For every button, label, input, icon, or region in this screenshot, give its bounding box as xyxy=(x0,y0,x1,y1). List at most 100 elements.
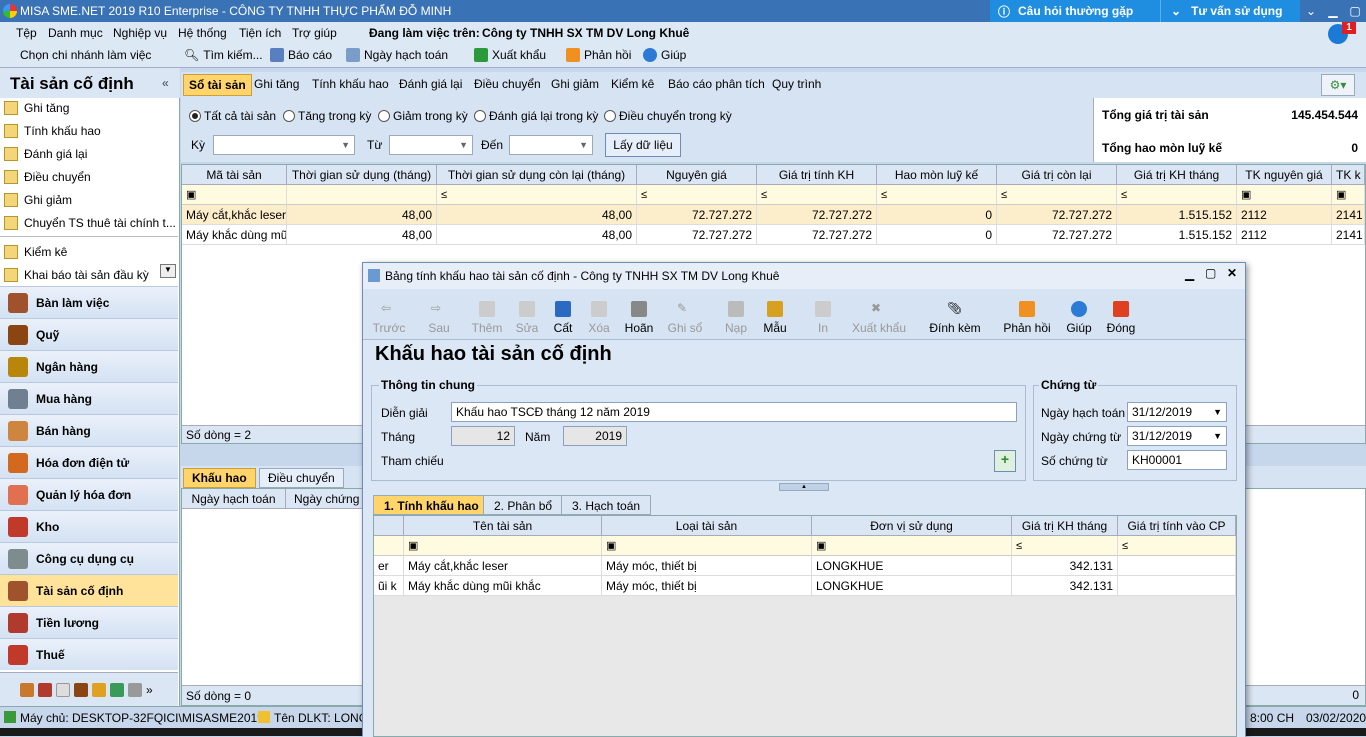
table-row[interactable]: Máy khắc dùng mũ 48,00 48,00 72.727.272 … xyxy=(182,225,1365,245)
tab-phan-bo[interactable]: 2. Phân bổ xyxy=(483,495,564,515)
filter-cell[interactable]: ≤ xyxy=(1012,536,1118,556)
template-button[interactable]: Mẫu xyxy=(749,291,801,335)
period-select[interactable]: ▼ xyxy=(213,135,355,155)
filter-cell[interactable]: ▣ xyxy=(404,536,602,556)
menu-operations[interactable]: Nghiệp vụ xyxy=(113,26,167,40)
col-tk-khau-hao[interactable]: TK k xyxy=(1332,165,1365,185)
dropdown-icon[interactable]: ⌄ xyxy=(1300,0,1322,22)
menu-file[interactable]: Tệp xyxy=(16,26,37,40)
menu-catalog[interactable]: Danh mục xyxy=(48,26,103,40)
shortcut-icon[interactable] xyxy=(92,682,106,697)
month-input[interactable]: 12 xyxy=(451,426,515,446)
module-quan-ly-hoa-don[interactable]: Quản lý hóa đơn xyxy=(0,478,178,510)
col-thoi-gian-su-dung[interactable]: Thời gian sử dụng (tháng) xyxy=(287,165,437,185)
shortcut-icon[interactable] xyxy=(110,682,124,697)
search-button[interactable]: 🔍︎ Tìm kiếm... xyxy=(184,48,263,62)
col-don-vi-su-dung[interactable]: Đơn vị sử dụng xyxy=(812,516,1012,536)
voucher-date-input[interactable]: 31/12/2019 ▼ xyxy=(1127,426,1227,446)
shortcut-icon[interactable] xyxy=(128,682,142,697)
settings-icon[interactable]: ⚙▾ xyxy=(1321,74,1355,96)
faq-button[interactable]: ⓘ Câu hỏi thường gặp xyxy=(990,0,1160,22)
collapse-icon[interactable]: « xyxy=(162,76,169,90)
export-button[interactable]: Xuất khẩu xyxy=(474,48,546,62)
tab-kiem-ke[interactable]: Kiểm kê xyxy=(611,77,654,91)
table-row[interactable]: Máy cắt,khắc leser 48,00 48,00 72.727.27… xyxy=(182,205,1365,225)
close-button[interactable]: ✕ xyxy=(1227,266,1237,280)
col-nguyen-gia[interactable]: Nguyên giá xyxy=(637,165,757,185)
tab-bao-cao-phan-tich[interactable]: Báo cáo phân tích xyxy=(668,77,765,91)
filter-cell[interactable]: ≤ xyxy=(1117,185,1237,205)
sidebar-item-danh-gia-lai[interactable]: Đánh giá lại xyxy=(4,143,176,165)
print-button[interactable]: In xyxy=(797,291,849,335)
scroll-down-icon[interactable]: ▼ xyxy=(160,264,176,278)
attach-button[interactable]: 📎︎ Đính kèm xyxy=(929,291,981,335)
filter-cell[interactable]: ≤ xyxy=(997,185,1117,205)
col-thoi-gian-con-lai[interactable]: Thời gian sử dụng còn lại (tháng) xyxy=(437,165,637,185)
sidebar-item-dieu-chuyen[interactable]: Điều chuyển xyxy=(4,166,176,188)
shortcut-icon[interactable] xyxy=(56,682,70,697)
col-gia-tri-con-lai[interactable]: Giá trị còn lại xyxy=(997,165,1117,185)
more-icon[interactable]: » xyxy=(146,683,153,697)
tab-ghi-tang[interactable]: Ghi tăng xyxy=(254,77,299,91)
filter-cell[interactable]: ▣ xyxy=(1237,185,1332,205)
posting-date-input[interactable]: 31/12/2019 ▼ xyxy=(1127,402,1227,422)
radio-transfer[interactable]: Điều chuyển trong kỳ xyxy=(604,109,732,123)
sidebar-item-tinh-khau-hao[interactable]: Tính khấu hao xyxy=(4,120,176,142)
col-gia-tri-tinh-vao-cp[interactable]: Giá trị tính vào CP xyxy=(1118,516,1236,536)
tab-quy-trinh[interactable]: Quy trình xyxy=(772,77,821,91)
from-date-input[interactable]: ▼ xyxy=(389,135,473,155)
radio-increase[interactable]: Tăng trong kỳ xyxy=(283,109,371,123)
menu-help[interactable]: Trợ giúp xyxy=(292,26,337,40)
col-tk-nguyen-gia[interactable]: TK nguyên giá xyxy=(1237,165,1332,185)
prev-button[interactable]: ⇦ Trước xyxy=(363,291,415,335)
module-tien-luong[interactable]: Tiền lương xyxy=(0,606,178,638)
post-button[interactable]: ✎ Ghi sổ xyxy=(659,291,711,335)
col-gia-tri-tinh-kh[interactable]: Giá trị tính KH xyxy=(757,165,877,185)
postpone-button[interactable]: Hoãn xyxy=(613,291,665,335)
voucher-no-input[interactable]: KH00001 xyxy=(1127,450,1227,470)
filter-cell[interactable]: ▣ xyxy=(812,536,1012,556)
module-ban-lam-viec[interactable]: Bàn làm việc xyxy=(0,286,178,318)
module-hoa-don-dien-tu[interactable]: Hóa đơn điện tử xyxy=(0,446,178,478)
tab-dieu-chuyen[interactable]: Điều chuyển xyxy=(474,77,541,91)
col-ma-tai-san[interactable]: Mã tài sản xyxy=(182,165,287,185)
maximize-button[interactable]: ▢ xyxy=(1344,0,1366,22)
next-button[interactable]: ⇨ Sau xyxy=(413,291,465,335)
year-input[interactable]: 2019 xyxy=(563,426,627,446)
tab-hach-toan[interactable]: 3. Hạch toán xyxy=(561,495,652,515)
filter-cell[interactable]: ▣ xyxy=(182,185,287,205)
module-mua-hang[interactable]: Mua hàng xyxy=(0,382,178,414)
minimize-button[interactable]: ▁ xyxy=(1322,0,1344,22)
chevron-down-icon[interactable]: ▼ xyxy=(1213,407,1222,417)
sidebar-item-ghi-giam[interactable]: Ghi giảm xyxy=(4,189,176,211)
table-row[interactable]: ũi k Máy khắc dùng mũi khắc Máy móc, thi… xyxy=(374,576,1236,596)
filter-cell[interactable]: ▣ xyxy=(602,536,812,556)
menu-utilities[interactable]: Tiện ích xyxy=(239,26,281,40)
filter-cell[interactable]: ▣ xyxy=(1332,185,1365,205)
filter-cell[interactable]: ≤ xyxy=(757,185,877,205)
col-ngay-hach-toan[interactable]: Ngày hạch toán xyxy=(182,489,286,509)
module-quy[interactable]: Quỹ xyxy=(0,318,178,350)
filter-cell[interactable]: ≤ xyxy=(877,185,997,205)
radio-all[interactable]: Tất cả tài sản xyxy=(189,109,276,123)
table-row[interactable]: er Máy cắt,khắc leser Máy móc, thiết bị … xyxy=(374,556,1236,576)
support-button[interactable]: ⌄ Tư vấn sử dụng xyxy=(1160,0,1300,22)
tab-dieu-chuyen-detail[interactable]: Điều chuyển xyxy=(259,468,344,488)
module-cong-cu-dung-cu[interactable]: Công cụ dụng cụ xyxy=(0,542,178,574)
branch-button[interactable]: Chọn chi nhánh làm việc xyxy=(20,48,151,62)
col-ten-tai-san[interactable]: Tên tài sản xyxy=(404,516,602,536)
filter-cell[interactable] xyxy=(287,185,437,205)
module-kho[interactable]: Kho xyxy=(0,510,178,542)
col-ngay-chung-tu[interactable]: Ngày chứng t xyxy=(286,489,366,509)
filter-cell[interactable]: ≤ xyxy=(437,185,637,205)
tab-khau-hao[interactable]: Khấu hao xyxy=(183,468,256,488)
radio-revaluation[interactable]: Đánh giá lại trong kỳ xyxy=(474,109,598,123)
menu-system[interactable]: Hệ thống xyxy=(178,26,227,40)
tab-danh-gia-lai[interactable]: Đánh giá lại xyxy=(399,77,462,91)
module-ngan-hang[interactable]: Ngân hàng xyxy=(0,350,178,382)
filter-cell[interactable]: ≤ xyxy=(637,185,757,205)
feedback-button[interactable]: Phản hồi xyxy=(566,48,631,62)
close-dialog-button[interactable]: Đóng xyxy=(1095,291,1147,335)
col-hao-mon-luy-ke[interactable]: Hao mòn luỹ kế xyxy=(877,165,997,185)
posting-date-button[interactable]: Ngày hạch toán xyxy=(346,48,448,62)
